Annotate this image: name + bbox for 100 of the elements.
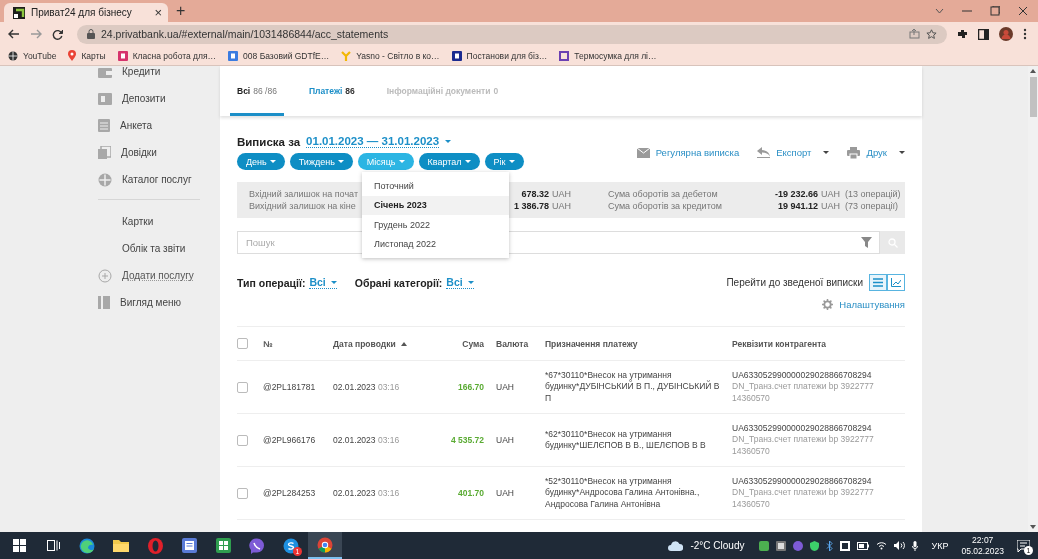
battery-icon[interactable] (857, 541, 870, 550)
menu-dots-icon[interactable] (1023, 28, 1027, 40)
close-icon[interactable] (1018, 6, 1028, 16)
table-cell-text: @2PL181781 (263, 382, 317, 392)
menu-item[interactable]: Листопад 2022 (362, 234, 509, 254)
table-cell-text: UAH (496, 488, 515, 498)
list-view-button[interactable] (869, 274, 887, 291)
scroll-down-icon[interactable] (1030, 525, 1036, 529)
chrome-icon[interactable] (317, 536, 333, 553)
notifications-icon[interactable] (1017, 539, 1030, 552)
column-header[interactable]: Призначення платежу (545, 338, 638, 349)
period-button[interactable]: Тиждень (289, 153, 353, 170)
menu-item[interactable]: Анкета (120, 120, 152, 131)
language-indicator[interactable]: УКР (931, 540, 949, 551)
table-cell: 02.01.2023 03:16 (333, 382, 400, 392)
back-arrow-icon[interactable] (8, 29, 20, 39)
mail-action[interactable]: Регулярна виписка (636, 147, 740, 158)
menu-item[interactable]: Січень 2023 (362, 195, 509, 215)
print-action[interactable]: Друк (847, 146, 905, 159)
filter-dropdown[interactable]: Всі (446, 276, 474, 289)
table-cell-text: *67*30110*Внесок на утримання будинку*ДУБІНСЬКИЙ В П., ДУБІНСЬКИЙ В П (545, 369, 721, 405)
table-cell-text: @2PL284253 (263, 488, 317, 498)
checkbox[interactable] (237, 434, 248, 446)
export-action[interactable]: Експорт (757, 147, 830, 158)
amount-cell: 401.70 (458, 488, 484, 498)
microphone-icon[interactable] (912, 540, 919, 551)
scrollbar-thumb[interactable] (1029, 77, 1037, 117)
ring-icon[interactable] (147, 537, 163, 554)
caret-icon[interactable] (823, 151, 830, 154)
shield-icon[interactable] (810, 540, 820, 551)
tab[interactable]: Платежі 86 (301, 66, 362, 116)
menu-item[interactable]: Депозити (122, 93, 166, 104)
folder-icon[interactable] (113, 539, 129, 552)
chevron-down-icon[interactable] (935, 8, 944, 14)
filter-dropdown[interactable]: Всі (309, 276, 337, 289)
app-tray-icon[interactable] (840, 540, 851, 551)
windows-start-icon[interactable] (12, 539, 26, 552)
scrollbar[interactable] (1028, 66, 1038, 532)
bluetooth-icon[interactable] (826, 540, 834, 551)
share-icon[interactable] (909, 29, 920, 39)
bookmark[interactable]: Карты (68, 50, 106, 61)
menu-item[interactable]: Кредити (122, 66, 161, 77)
bookmark[interactable]: YouTube (8, 50, 57, 61)
checkbox[interactable] (237, 338, 248, 349)
period-button[interactable]: Рік (484, 153, 524, 170)
period-link[interactable]: 01.01.2023 — 31.01.2023 (306, 135, 440, 148)
summary-statement-label: Перейти до зведеної виписки (726, 277, 863, 288)
close-tab-button[interactable]: × (154, 6, 162, 19)
menu-item[interactable]: Вигляд меню (120, 297, 181, 308)
bookmark[interactable]: Постанови для біз… (451, 50, 548, 61)
period-button[interactable]: Квартал (418, 153, 480, 170)
balance-amount: 1 386.78 UAH (513, 201, 571, 211)
app-tray-icon[interactable] (776, 540, 787, 551)
bookmark[interactable]: Yasno - Світло в ко… (341, 50, 440, 61)
add-service-link[interactable]: Додати послугу (122, 270, 194, 281)
menu-item[interactable]: Облік та звіти (122, 243, 186, 254)
menu-item[interactable]: Поточний (362, 176, 509, 196)
avatar-icon[interactable] (999, 27, 1013, 41)
scroll-up-icon[interactable] (1030, 69, 1036, 73)
cloud-icon (668, 540, 684, 551)
checkbox[interactable] (237, 381, 248, 393)
settings-link[interactable]: Налаштування (839, 299, 905, 310)
star-icon[interactable] (926, 28, 937, 40)
reload-icon[interactable] (52, 28, 63, 40)
bookmark[interactable]: 008 Базовий GDTfE… (228, 50, 330, 61)
column-header[interactable]: Валюта (496, 338, 529, 349)
maximize-icon[interactable] (990, 6, 1000, 16)
weather-text[interactable]: -2°C Cloudy (690, 540, 745, 551)
address-bar[interactable]: 24.privatbank.ua/#external/main/1031486844/acc_statements (77, 24, 947, 44)
new-tab-button[interactable]: + (176, 3, 186, 19)
menu-item[interactable]: Довідки (121, 147, 157, 158)
chat-bubble-icon[interactable] (249, 537, 265, 554)
notepad-icon[interactable] (181, 538, 197, 553)
wifi-icon[interactable] (876, 541, 888, 550)
bookmark[interactable]: Класна робота для… (117, 50, 217, 61)
puzzle-icon[interactable] (957, 28, 968, 40)
tab-title[interactable]: Приват24 для бізнесу (31, 7, 149, 18)
column-header[interactable]: Дата проводки (333, 338, 407, 349)
caret-icon[interactable] (899, 151, 905, 154)
period-button[interactable]: День (237, 153, 285, 170)
spreadsheet-icon[interactable] (215, 538, 231, 553)
menu-item[interactable]: Каталог послуг (122, 174, 192, 185)
chart-view-button[interactable] (887, 274, 905, 291)
task-view-icon[interactable] (46, 539, 60, 552)
column-header[interactable]: Реквізити контрагента (732, 338, 827, 349)
counterparty-name: DN_Транз.счет платежи bp 3922777 14360570 (732, 381, 875, 405)
volume-icon[interactable] (894, 541, 906, 550)
messenger-icon[interactable] (283, 537, 299, 554)
tab[interactable]: Всі 86 /86 (230, 66, 284, 116)
account-number: UA633052990000029028866708294 (732, 422, 873, 435)
column-header[interactable]: Сума (462, 338, 484, 349)
side-panel-icon[interactable] (978, 28, 989, 40)
column-header[interactable]: № (263, 338, 273, 349)
gear-icon[interactable] (822, 299, 834, 310)
clock[interactable]: 22:07 05.02.2023 (961, 535, 1004, 556)
menu-item[interactable]: Картки (122, 216, 154, 227)
browser-swirl-icon[interactable] (79, 537, 95, 554)
checkbox[interactable] (237, 487, 248, 499)
filter-icon[interactable] (861, 237, 872, 248)
bookmark[interactable]: Термосумка для лі… (559, 50, 657, 61)
